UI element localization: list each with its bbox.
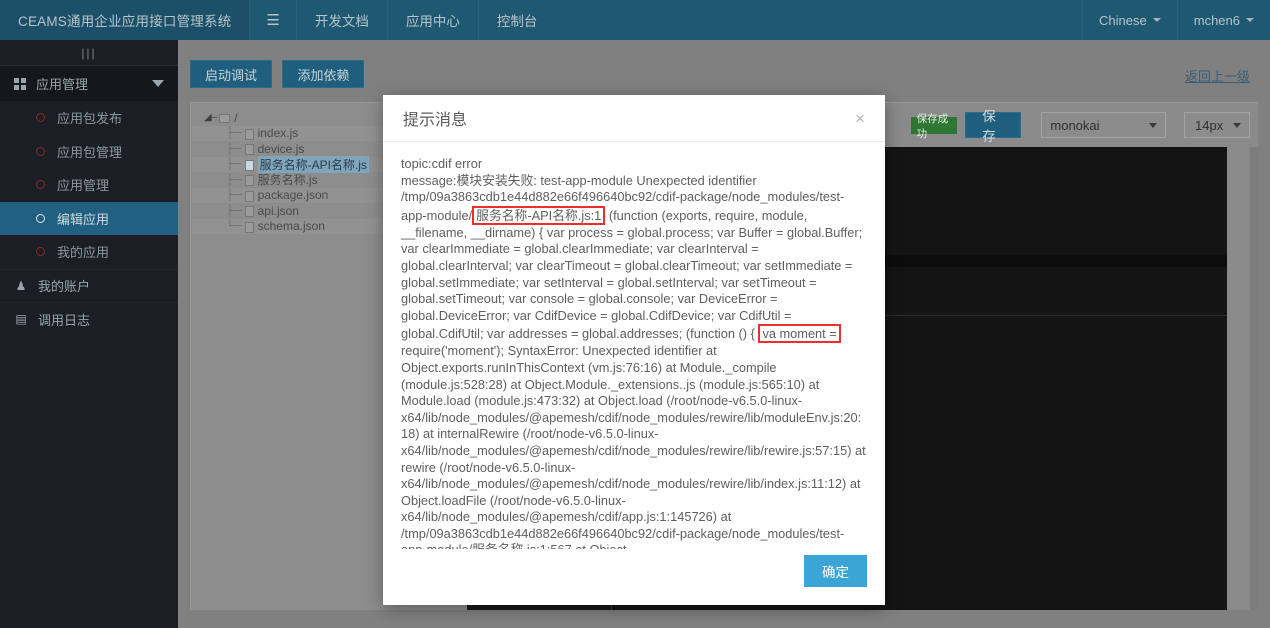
message-dialog: 提示消息 × topic:cdif error message:模块安装失败: …	[383, 95, 885, 605]
error-topic-line: topic:cdif error	[401, 156, 483, 171]
dialog-header: 提示消息 ×	[383, 95, 885, 142]
error-highlight-1: 服务名称-API名称.js:1	[472, 205, 606, 225]
error-code-1: (function (exports, require, module, __f…	[401, 207, 863, 342]
error-message-line: message:模块安装失败: test-app-module Unexpect…	[401, 172, 757, 188]
dialog-footer: 确定	[383, 549, 885, 605]
dialog-title: 提示消息	[403, 112, 468, 129]
error-highlight-2: va moment =	[758, 324, 841, 344]
confirm-button[interactable]: 确定	[804, 555, 867, 587]
dialog-body: topic:cdif error message:模块安装失败: test-ap…	[383, 142, 885, 549]
error-code-2: require('moment'); SyntaxError: Unexpect…	[401, 343, 866, 549]
close-icon[interactable]: ×	[855, 110, 865, 127]
